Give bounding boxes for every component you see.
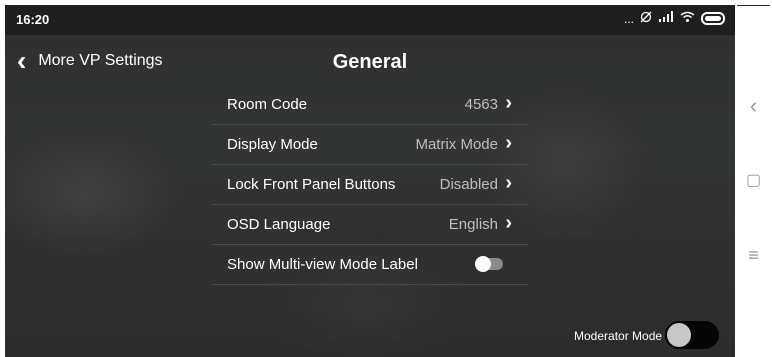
status-time: 16:20 [16, 12, 50, 27]
setting-osd-language[interactable]: OSD Language English › [212, 205, 528, 245]
status-bar: 16:20 ... [5, 5, 735, 35]
chevron-right-icon: › [505, 92, 512, 114]
status-icons: ... [624, 11, 725, 26]
setting-label: OSD Language [227, 216, 331, 233]
setting-label: Lock Front Panel Buttons [227, 176, 396, 193]
alarm-off-icon [640, 11, 652, 26]
setting-value: Disabled [439, 176, 498, 193]
setting-multiview-label: Show Multi-view Mode Label [212, 245, 528, 285]
nav-home-icon[interactable]: ▢ [735, 170, 772, 190]
toggle-knob [475, 256, 491, 272]
chevron-right-icon: › [505, 172, 512, 194]
setting-display-mode[interactable]: Display Mode Matrix Mode › [212, 125, 528, 165]
page-title: General [332, 51, 408, 73]
nav-menu-icon[interactable]: ≡ [735, 245, 772, 266]
setting-value: 4563 [464, 96, 498, 113]
setting-label: Display Mode [227, 136, 318, 153]
setting-lock-front-panel[interactable]: Lock Front Panel Buttons Disabled › [212, 165, 528, 205]
app-screen: 16:20 ... ‹ More VP Settings General Roo… [5, 5, 735, 357]
battery-icon [701, 12, 725, 25]
nav-back-icon[interactable]: ‹ [735, 93, 772, 119]
multiview-label-toggle[interactable] [475, 256, 503, 272]
setting-room-code[interactable]: Room Code 4563 › [212, 85, 528, 125]
moderator-mode-label: Moderator Mode [574, 329, 663, 343]
setting-value: English [448, 216, 498, 233]
setting-value: Matrix Mode [415, 136, 498, 153]
wifi-icon [680, 11, 695, 26]
signal-icon [658, 11, 674, 26]
chevron-right-icon: › [505, 212, 512, 234]
setting-label: Show Multi-view Mode Label [227, 256, 418, 273]
moderator-mode-toggle[interactable] [665, 321, 719, 349]
more-dots-icon: ... [623, 11, 634, 26]
toggle-knob [667, 323, 691, 347]
settings-list: Room Code 4563 › Display Mode Matrix Mod… [212, 85, 528, 285]
divider [737, 5, 770, 6]
system-nav-bar: ‹ ▢ ≡ [735, 0, 772, 357]
chevron-right-icon: › [505, 132, 512, 154]
setting-label: Room Code [227, 96, 308, 113]
